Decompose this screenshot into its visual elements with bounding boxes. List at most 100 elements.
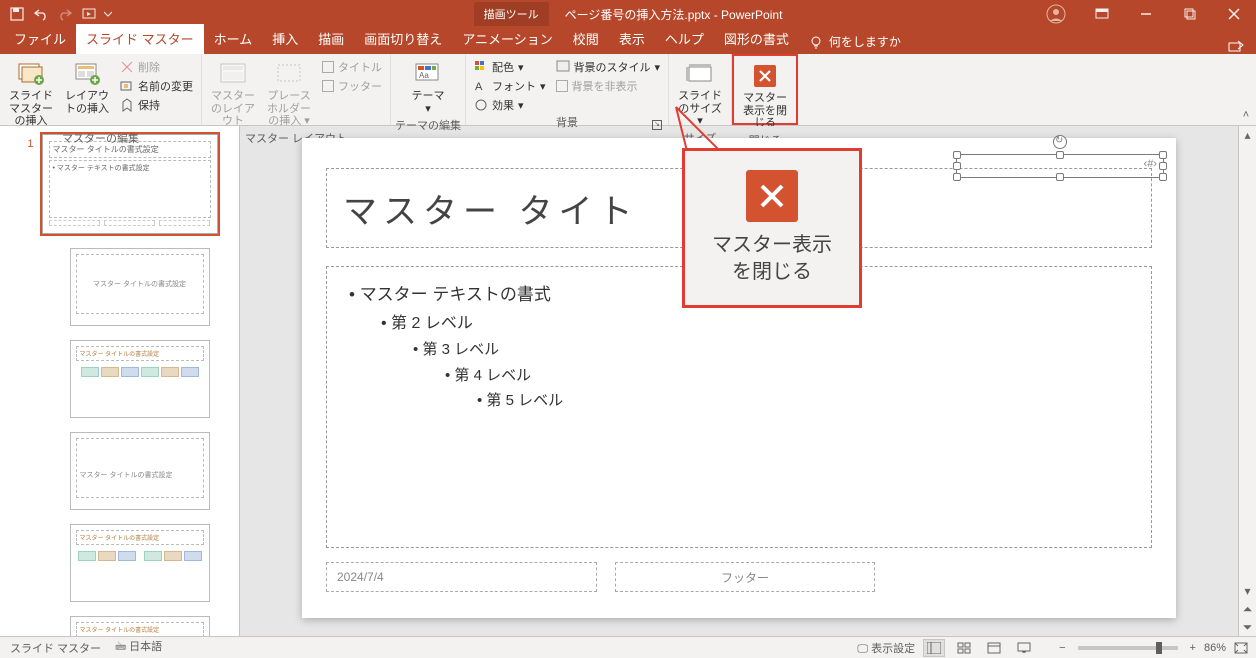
zoom-in-button[interactable]: + — [1190, 642, 1196, 654]
tell-me-label: 何をしますか — [829, 33, 901, 50]
delete-layout-button[interactable]: 削除 — [116, 58, 197, 76]
close-window-button[interactable] — [1212, 0, 1256, 28]
collapse-ribbon-icon[interactable]: ˄ — [1236, 54, 1256, 125]
master-thumbnail[interactable]: マスター タイトルの書式設定 • マスター テキストの書式設定 — [42, 134, 218, 234]
tab-slide-master[interactable]: スライド マスター — [76, 24, 204, 54]
qat-customize-icon[interactable] — [102, 3, 114, 25]
language-label[interactable]: 🖮 日本語 — [115, 638, 162, 657]
fonts-button[interactable]: Aフォント ▾ — [470, 77, 550, 95]
layout-thumbnail[interactable]: マスター タイトルの書式設定 — [70, 616, 210, 636]
svg-text:A: A — [475, 81, 483, 93]
tab-transitions[interactable]: 画面切り替え — [354, 24, 452, 54]
slide-master-icon — [16, 60, 46, 88]
next-slide-icon[interactable]: ⏷ — [1243, 618, 1253, 636]
fit-to-window-icon[interactable] — [1234, 642, 1248, 654]
delete-icon — [120, 60, 134, 74]
zoom-level[interactable]: 86% — [1204, 642, 1226, 654]
colors-button[interactable]: 配色 ▾ — [470, 58, 550, 76]
insert-slide-master-button[interactable]: スライド マスターの挿入 — [4, 58, 58, 130]
share-icon[interactable] — [1220, 40, 1252, 54]
slide-size-button[interactable]: スライドのサイズ ▾ — [673, 58, 727, 130]
date-placeholder[interactable]: 2024/7/4 — [326, 562, 597, 592]
ribbon: スライド マスターの挿入 レイアウトの挿入 削除 名前の変更 保持 マスターの編… — [0, 54, 1256, 126]
scroll-down-icon[interactable]: ▾ — [1239, 582, 1256, 600]
normal-view-icon[interactable] — [923, 639, 945, 657]
scroll-up-icon[interactable]: ▴ — [1239, 126, 1256, 144]
tab-shape-format[interactable]: 図形の書式 — [714, 24, 799, 54]
rename-icon — [120, 79, 134, 93]
zoom-slider[interactable] — [1078, 646, 1178, 650]
maximize-button[interactable] — [1168, 0, 1212, 28]
callout-label: マスター表示 を閉じる — [712, 232, 832, 286]
layout-thumbnail[interactable]: マスター タイトルの書式設定 — [70, 248, 210, 326]
view-name-label: スライド マスター — [10, 640, 101, 656]
previous-slide-icon[interactable]: ⏶ — [1243, 600, 1253, 618]
body-placeholder[interactable]: • マスター テキストの書式 • 第 2 レベル • 第 3 レベル • 第 4… — [326, 266, 1152, 548]
reading-view-icon[interactable] — [983, 639, 1005, 657]
undo-icon[interactable] — [30, 3, 52, 25]
preserve-button[interactable]: 保持 — [116, 96, 197, 114]
account-icon[interactable] — [1042, 0, 1070, 28]
tab-home[interactable]: ホーム — [204, 24, 263, 54]
footer-checkbox[interactable]: フッター — [318, 77, 386, 95]
thumbnail-pane[interactable]: 1 マスター タイトルの書式設定 • マスター テキストの書式設定 マスター タ… — [0, 126, 240, 636]
hide-background-checkbox[interactable]: 背景を非表示 — [552, 77, 665, 95]
preserve-icon — [120, 98, 134, 112]
fonts-icon: A — [474, 79, 488, 93]
effects-button[interactable]: 効果 ▾ — [470, 96, 550, 114]
layout-thumbnail[interactable]: マスター タイトルの書式設定 — [70, 524, 210, 602]
master-layout-icon — [218, 60, 248, 88]
ribbon-display-options-icon[interactable] — [1080, 0, 1124, 28]
master-layout-button[interactable]: マスターのレイアウト — [206, 58, 260, 130]
close-master-view-button[interactable]: マスター表示を閉じる — [738, 60, 792, 132]
themes-icon: Aa — [413, 60, 443, 88]
insert-placeholder-button[interactable]: プレースホルダーの挿入 ▾ — [262, 58, 316, 130]
close-icon — [746, 170, 798, 222]
tab-help[interactable]: ヘルプ — [655, 24, 714, 54]
themes-button[interactable]: Aa テーマ▾ — [401, 58, 455, 117]
tab-file[interactable]: ファイル — [4, 24, 76, 54]
lightbulb-icon — [809, 35, 823, 49]
ribbon-group-close: マスター表示を閉じる 閉じる — [732, 54, 798, 125]
rotate-handle-icon[interactable] — [1053, 135, 1067, 149]
tab-review[interactable]: 校閲 — [563, 24, 609, 54]
ribbon-group-master-layout: マスターのレイアウト プレースホルダーの挿入 ▾ タイトル フッター マスター … — [202, 54, 391, 125]
tab-insert[interactable]: 挿入 — [262, 24, 308, 54]
vertical-scrollbar[interactable]: ▴ ▾ ⏶ ⏷ — [1238, 126, 1256, 636]
slideshow-view-icon[interactable] — [1013, 639, 1035, 657]
tell-me-search[interactable]: 何をしますか — [799, 33, 911, 54]
placeholder-icon — [274, 60, 304, 88]
slide-sorter-icon[interactable] — [953, 639, 975, 657]
page-number-placeholder[interactable]: ‹#› — [956, 154, 1164, 178]
slide-size-icon — [685, 60, 715, 88]
status-bar: スライド マスター 🖮 日本語 🖵 表示設定 − + 86% — [0, 636, 1256, 658]
svg-text:Aa: Aa — [419, 71, 429, 80]
tab-view[interactable]: 表示 — [609, 24, 655, 54]
effects-icon — [474, 98, 488, 112]
zoom-out-button[interactable]: − — [1059, 642, 1065, 654]
contextual-tab-drawing-tools[interactable]: 描画ツール — [474, 2, 549, 26]
ribbon-group-edit-theme: Aa テーマ▾ テーマの編集 — [391, 54, 466, 125]
colors-icon — [474, 60, 488, 74]
layout-thumbnail[interactable]: マスター タイトルの書式設定 — [70, 432, 210, 510]
tab-animations[interactable]: アニメーション — [452, 24, 562, 54]
tab-draw[interactable]: 描画 — [308, 24, 354, 54]
footer-placeholder[interactable]: フッター — [615, 562, 876, 592]
display-settings-button[interactable]: 🖵 表示設定 — [857, 640, 915, 656]
work-area: 1 マスター タイトルの書式設定 • マスター テキストの書式設定 マスター タ… — [0, 126, 1256, 636]
page-number-field[interactable]: ‹#› — [1144, 158, 1157, 170]
start-from-beginning-icon[interactable] — [78, 3, 100, 25]
minimize-button[interactable] — [1124, 0, 1168, 28]
title-checkbox[interactable]: タイトル — [318, 58, 386, 76]
quick-access-toolbar — [0, 3, 120, 25]
bg-styles-icon — [556, 60, 570, 74]
close-icon — [754, 65, 776, 87]
background-styles-button[interactable]: 背景のスタイル ▾ — [552, 58, 665, 76]
rename-button[interactable]: 名前の変更 — [116, 77, 197, 95]
save-icon[interactable] — [6, 3, 28, 25]
layout-thumbnail[interactable]: マスター タイトルの書式設定 — [70, 340, 210, 418]
insert-layout-button[interactable]: レイアウトの挿入 — [60, 58, 114, 117]
ribbon-group-title: マスターの編集 — [4, 130, 197, 148]
ribbon-group-background: 配色 ▾ Aフォント ▾ 効果 ▾ 背景のスタイル ▾ 背景を非表示 背景↘ — [466, 54, 669, 125]
redo-icon[interactable] — [54, 3, 76, 25]
